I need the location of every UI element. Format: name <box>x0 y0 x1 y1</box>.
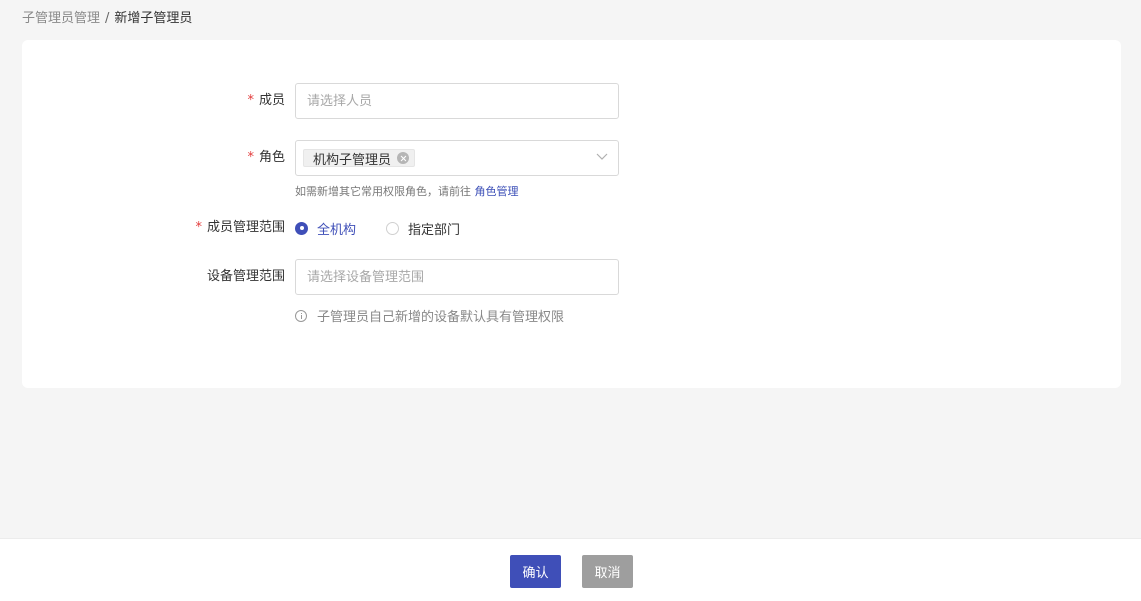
chevron-down-icon <box>596 153 608 163</box>
role-tag-label: 机构子管理员 <box>313 152 392 168</box>
tag-close-icon[interactable] <box>397 152 410 164</box>
role-tag: 机构子管理员 <box>303 149 416 168</box>
role-select[interactable]: 机构子管理员 <box>295 140 619 176</box>
device-scope-info: 子管理员自己新增的设备默认具有管理权限 <box>295 306 564 325</box>
member-scope-label: * 成员管理范围 <box>195 219 285 237</box>
member-label-text: 成员 <box>258 93 285 108</box>
form-card: * 成员 * 角色 机构子管理员 如需新增其它常用权限角色，请前往 角色管理 <box>22 40 1121 388</box>
member-input[interactable] <box>295 83 619 119</box>
breadcrumb-parent-link[interactable]: 子管理员管理 <box>22 10 100 28</box>
member-scope-label-text: 成员管理范围 <box>206 220 285 235</box>
member-scope-radio-group: 全机构 指定部门 <box>295 219 490 238</box>
breadcrumb-current: 新增子管理员 <box>114 11 193 26</box>
role-label: * 角色 <box>247 149 285 167</box>
radio-all-org-label: 全机构 <box>317 222 357 238</box>
device-scope-label-text: 设备管理范围 <box>206 269 285 284</box>
role-label-text: 角色 <box>258 150 285 165</box>
cancel-button[interactable]: 取消 <box>582 555 633 588</box>
device-scope-input[interactable] <box>295 259 619 295</box>
radio-checked-icon <box>295 221 308 235</box>
info-icon <box>295 309 307 322</box>
radio-unchecked-icon <box>386 221 400 235</box>
required-mark: * <box>195 220 202 235</box>
required-mark: * <box>247 93 254 108</box>
role-help-text: 如需新增其它常用权限角色，请前往 角色管理 <box>295 183 519 199</box>
member-label: * 成员 <box>247 92 285 110</box>
device-scope-label: 设备管理范围 <box>207 268 285 286</box>
device-scope-info-text: 子管理员自己新增的设备默认具有管理权限 <box>317 310 565 325</box>
confirm-button[interactable]: 确认 <box>510 555 561 588</box>
role-management-link[interactable]: 角色管理 <box>475 185 519 198</box>
radio-specified-dept[interactable]: 指定部门 <box>386 219 460 238</box>
footer-bar: 确认 取消 <box>0 538 1141 601</box>
role-help-message: 如需新增其它常用权限角色，请前往 <box>295 185 471 198</box>
required-mark: * <box>247 150 254 165</box>
breadcrumb-separator: / <box>105 11 110 26</box>
radio-specified-dept-label: 指定部门 <box>408 222 461 238</box>
radio-all-org[interactable]: 全机构 <box>295 219 356 238</box>
breadcrumb: 子管理员管理 / 新增子管理员 <box>22 10 192 28</box>
